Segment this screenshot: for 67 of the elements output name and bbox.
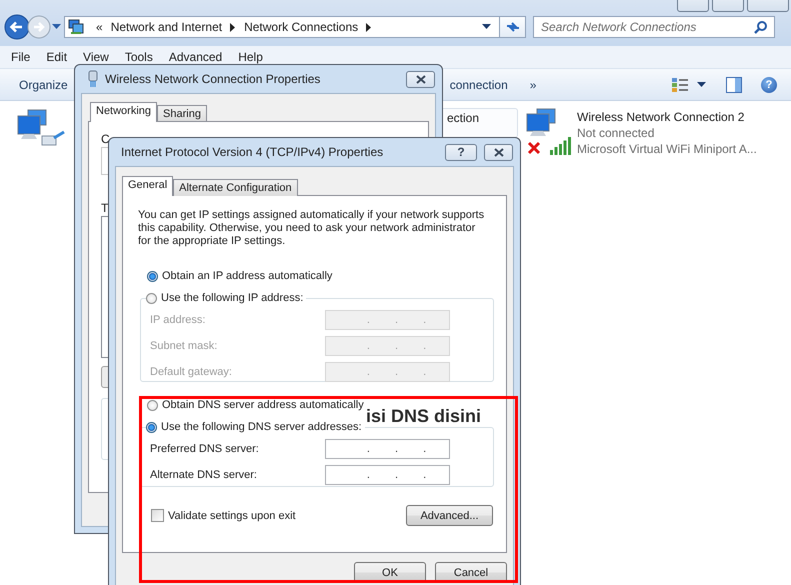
field-label: Preferred DNS server:: [150, 443, 260, 455]
help-button[interactable]: ?: [445, 144, 477, 160]
search-field[interactable]: Search Network Connections: [533, 16, 775, 38]
radio-button[interactable]: [146, 292, 157, 304]
advanced-button[interactable]: Advanced...: [406, 505, 493, 526]
menu-item[interactable]: Help: [230, 50, 271, 64]
more-commands-button[interactable]: »: [530, 78, 536, 92]
forward-button[interactable]: [27, 15, 51, 39]
refresh-icon: [504, 20, 520, 34]
tab[interactable]: General: [122, 176, 174, 196]
caret-icon[interactable]: [52, 24, 61, 30]
view-options-icon[interactable]: [671, 76, 689, 92]
field-label: Default gateway:: [150, 366, 233, 378]
connection-tile[interactable]: ection: [440, 108, 518, 138]
search-icon: [754, 20, 768, 34]
menu-item[interactable]: Edit: [38, 50, 76, 64]
tab[interactable]: Networking: [90, 102, 158, 122]
annotation-text: isi DNS disini: [366, 406, 482, 427]
chevron-icon[interactable]: [366, 22, 372, 32]
toolbar-command[interactable]: connection: [450, 78, 508, 92]
connection-name: ection: [447, 111, 480, 125]
checkbox-label[interactable]: Validate settings upon exit: [168, 510, 296, 522]
label-fragment: C: [101, 132, 110, 146]
dialog-title: Wireless Network Connection Properties: [105, 72, 320, 86]
organize-button[interactable]: Organize: [19, 78, 68, 92]
close-button[interactable]: [406, 70, 435, 88]
radio-label[interactable]: Obtain DNS server address automatically: [162, 399, 364, 411]
radio-label[interactable]: Use the following DNS server addresses:: [161, 421, 362, 433]
breadcrumb-overflow[interactable]: «: [96, 20, 103, 34]
dropdown-icon[interactable]: [482, 24, 491, 30]
refresh-button[interactable]: [500, 16, 526, 38]
chevron-icon[interactable]: [230, 22, 236, 32]
menu-item[interactable]: Tools: [116, 50, 161, 64]
dialog-title: Internet Protocol Version 4 (TCP/IPv4) Properties: [121, 145, 384, 159]
radio-button[interactable]: [147, 400, 158, 410]
network-adapter-icon: [87, 70, 99, 88]
radio-button[interactable]: [147, 270, 158, 282]
radio-label[interactable]: Obtain an IP address automatically: [162, 270, 332, 282]
connection-status: Not connected: [577, 125, 656, 141]
checkbox[interactable]: [151, 509, 164, 522]
address-bar[interactable]: « Network and Internet Network Connections: [64, 16, 500, 38]
radio-label[interactable]: Use the following IP address:: [161, 292, 304, 304]
field-label: IP address:: [150, 314, 206, 326]
breadcrumb[interactable]: Network Connections: [244, 20, 358, 34]
connection-name[interactable]: Wireless Network Connection 2: [577, 109, 757, 125]
breadcrumb[interactable]: Network and Internet: [110, 20, 222, 34]
menu-item[interactable]: Advanced: [160, 50, 230, 64]
radio-button[interactable]: [146, 422, 157, 432]
back-button[interactable]: [4, 14, 30, 40]
device-name: Microsoft Virtual WiFi Miniport A...: [577, 141, 757, 157]
close-icon: [414, 74, 426, 84]
tab[interactable]: Sharing: [157, 105, 207, 122]
signal-bars-icon: [550, 137, 572, 155]
menu-item[interactable]: File: [3, 50, 38, 64]
caret-icon[interactable]: [697, 82, 706, 88]
close-button[interactable]: [484, 144, 513, 160]
field-label: Alternate DNS server:: [150, 469, 258, 481]
network-folder-icon: [68, 19, 84, 35]
menu-item[interactable]: View: [75, 50, 117, 64]
preview-pane-icon[interactable]: [726, 76, 742, 92]
ip-address-field[interactable]: . . .: [325, 465, 450, 485]
tab[interactable]: Alternate Configuration: [173, 179, 298, 196]
field-label: Subnet mask:: [150, 340, 218, 352]
label-fragment: T: [101, 201, 108, 215]
ip-address-field[interactable]: . . .: [325, 439, 450, 459]
intro-text: You can get IP settings assigned automatically if your network supports this capability. Otherwise, you need to ask your network administrator for the appropriate IP settings.: [138, 209, 486, 248]
close-icon: [492, 148, 504, 156]
